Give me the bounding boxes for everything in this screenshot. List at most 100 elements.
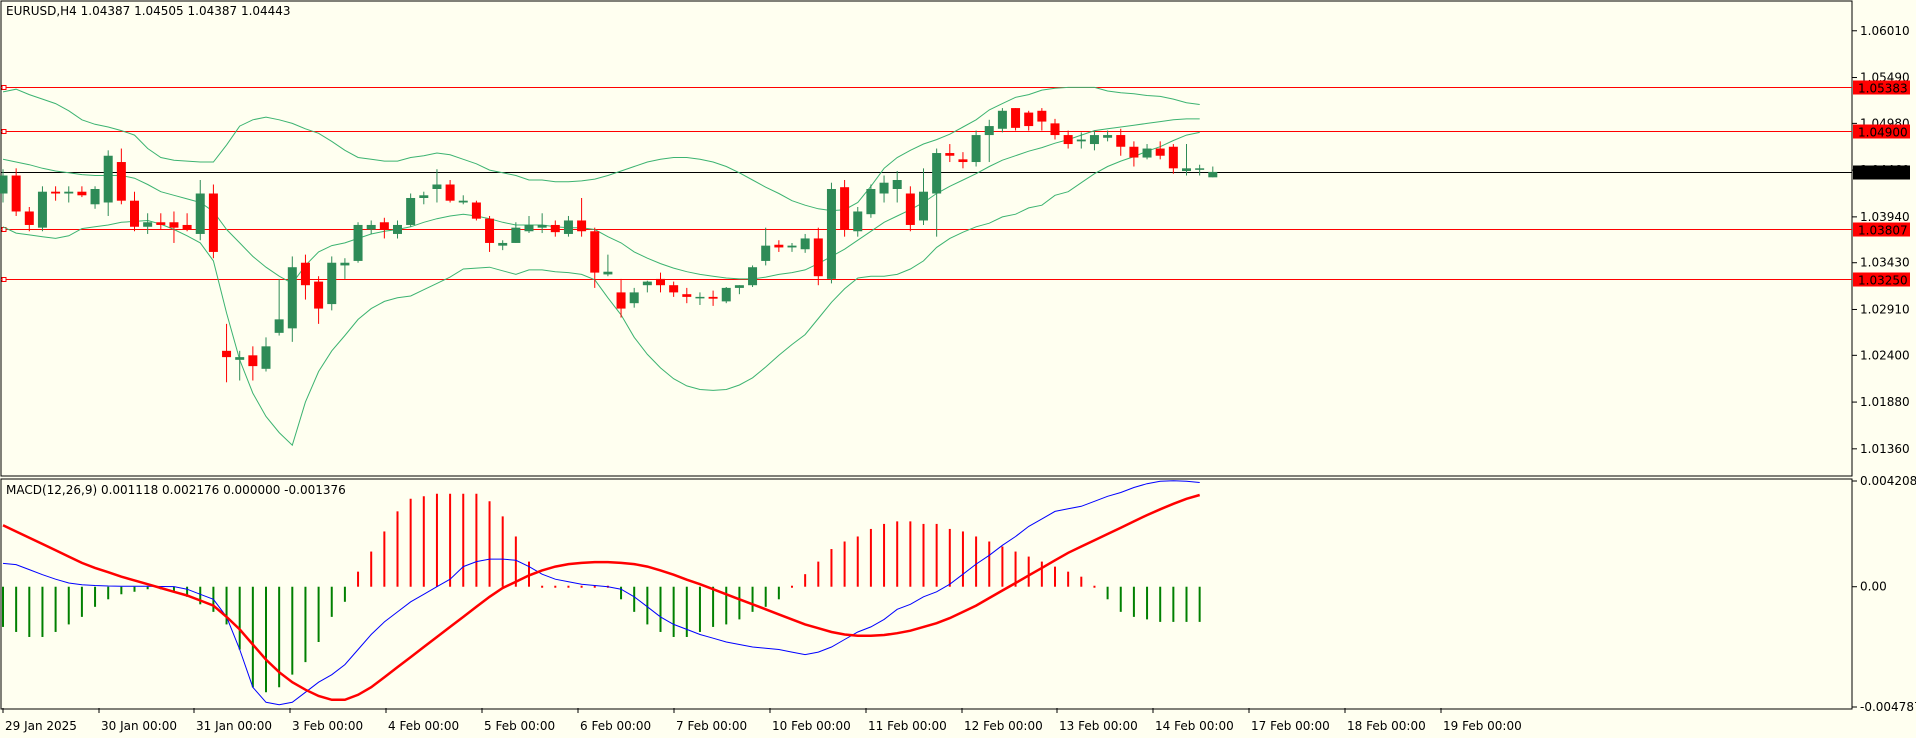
candle-body: [11, 175, 21, 212]
time-tick-label: 10 Feb 00:00: [772, 719, 851, 733]
candle-body: [24, 211, 34, 225]
candle-body: [182, 224, 192, 230]
candle-body: [274, 319, 284, 333]
candle-body: [892, 180, 902, 190]
candle[interactable]: [37, 186, 47, 232]
candle-body: [853, 211, 863, 232]
candle-body: [997, 110, 1007, 129]
candle[interactable]: [826, 182, 836, 284]
candle-body: [1024, 112, 1034, 127]
price-tick-label: 1.02400: [1860, 348, 1910, 362]
candle-body: [156, 222, 166, 225]
time-tick-label: 19 Feb 00:00: [1443, 719, 1522, 733]
level-anchor[interactable]: [1, 277, 7, 282]
candle-body: [919, 191, 928, 221]
candle-body: [169, 222, 179, 228]
price-level-badge-text: 1.05383: [1858, 82, 1908, 96]
chart-canvas: 1.060101.054901.049801.044601.039401.034…: [0, 0, 1916, 738]
time-tick-label: 14 Feb 00:00: [1155, 719, 1234, 733]
time-tick-label: 6 Feb 00:00: [580, 719, 651, 733]
candle-body: [656, 278, 665, 286]
candle-body: [537, 224, 547, 228]
time-tick-label: 4 Feb 00:00: [388, 719, 459, 733]
candle-body: [445, 184, 455, 201]
candle-body: [840, 187, 850, 230]
candle-body: [1089, 135, 1099, 145]
candle-body: [774, 244, 784, 248]
candle-body: [879, 182, 889, 194]
candle-body: [287, 267, 297, 329]
candle-body: [222, 350, 232, 358]
candle-body: [116, 162, 126, 201]
candle-body: [682, 294, 692, 297]
level-anchor[interactable]: [1, 129, 7, 134]
candle-body: [458, 200, 468, 203]
candle-body: [77, 191, 87, 196]
candle[interactable]: [840, 180, 850, 237]
level-anchor[interactable]: [1, 85, 7, 90]
candle-body: [327, 262, 337, 305]
candle-body: [1182, 168, 1191, 172]
time-tick-label: 12 Feb 00:00: [964, 719, 1043, 733]
candle[interactable]: [327, 256, 337, 311]
candle-body: [208, 193, 218, 252]
candle-body: [577, 220, 587, 232]
candle[interactable]: [406, 193, 416, 227]
candle-body: [235, 357, 245, 360]
time-tick-label: 13 Feb 00:00: [1059, 719, 1138, 733]
candle-body: [432, 184, 442, 190]
candle[interactable]: [866, 184, 876, 218]
candle-body: [800, 238, 810, 250]
candle-body: [669, 285, 679, 293]
candle[interactable]: [748, 265, 758, 287]
candle[interactable]: [997, 108, 1007, 133]
candle-body: [642, 281, 652, 286]
candle-body: [629, 292, 639, 304]
candle-body: [103, 155, 113, 203]
price-tick-label: 1.03940: [1860, 210, 1910, 224]
candle-body: [1076, 139, 1086, 142]
symbol-info: EURUSD,H4 1.04387 1.04505 1.04387 1.0444…: [6, 4, 291, 18]
candle[interactable]: [721, 286, 731, 304]
candle[interactable]: [353, 222, 363, 263]
time-tick-label: 30 Jan 00:00: [101, 719, 177, 733]
candle-body: [1050, 123, 1060, 136]
macd-info: MACD(12,26,9) 0.001118 0.002176 0.000000…: [6, 483, 346, 497]
candle-body: [130, 200, 139, 227]
time-tick-label: 11 Feb 00:00: [868, 719, 947, 733]
candle-body: [932, 153, 942, 194]
candle-body: [695, 296, 705, 299]
candle[interactable]: [208, 184, 218, 259]
price-level-badge-text: 1.03807: [1858, 224, 1908, 238]
candle-body: [90, 189, 100, 205]
candle-body: [708, 296, 718, 299]
candle-body: [143, 222, 153, 227]
current-price-text: 1.04443: [1858, 167, 1908, 181]
candle-body: [353, 224, 363, 261]
candle-body: [248, 355, 258, 367]
candle-body: [195, 193, 205, 234]
candle[interactable]: [1011, 108, 1021, 131]
macd-tick-label: -0.004787: [1860, 700, 1916, 714]
candle-body: [1116, 135, 1126, 147]
candle-body: [721, 287, 731, 302]
candle-body: [393, 224, 402, 234]
candle-body: [0, 175, 8, 194]
candle-body: [958, 159, 968, 163]
candle-body: [1103, 135, 1113, 138]
candle-body: [64, 191, 74, 194]
candle-body: [813, 238, 823, 277]
candle-body: [563, 220, 573, 234]
candle-body: [866, 189, 876, 215]
candle[interactable]: [971, 130, 981, 167]
candle-body: [1129, 146, 1139, 158]
candle-body: [748, 267, 758, 286]
price-tick-label: 1.03430: [1860, 256, 1910, 270]
candle-body: [1063, 135, 1073, 145]
candle-body: [1142, 148, 1152, 158]
candle-body: [826, 189, 836, 279]
candle-body: [419, 195, 429, 198]
candle[interactable]: [471, 200, 481, 221]
time-tick-label: 17 Feb 00:00: [1251, 719, 1330, 733]
time-tick-label: 31 Jan 00:00: [196, 719, 272, 733]
